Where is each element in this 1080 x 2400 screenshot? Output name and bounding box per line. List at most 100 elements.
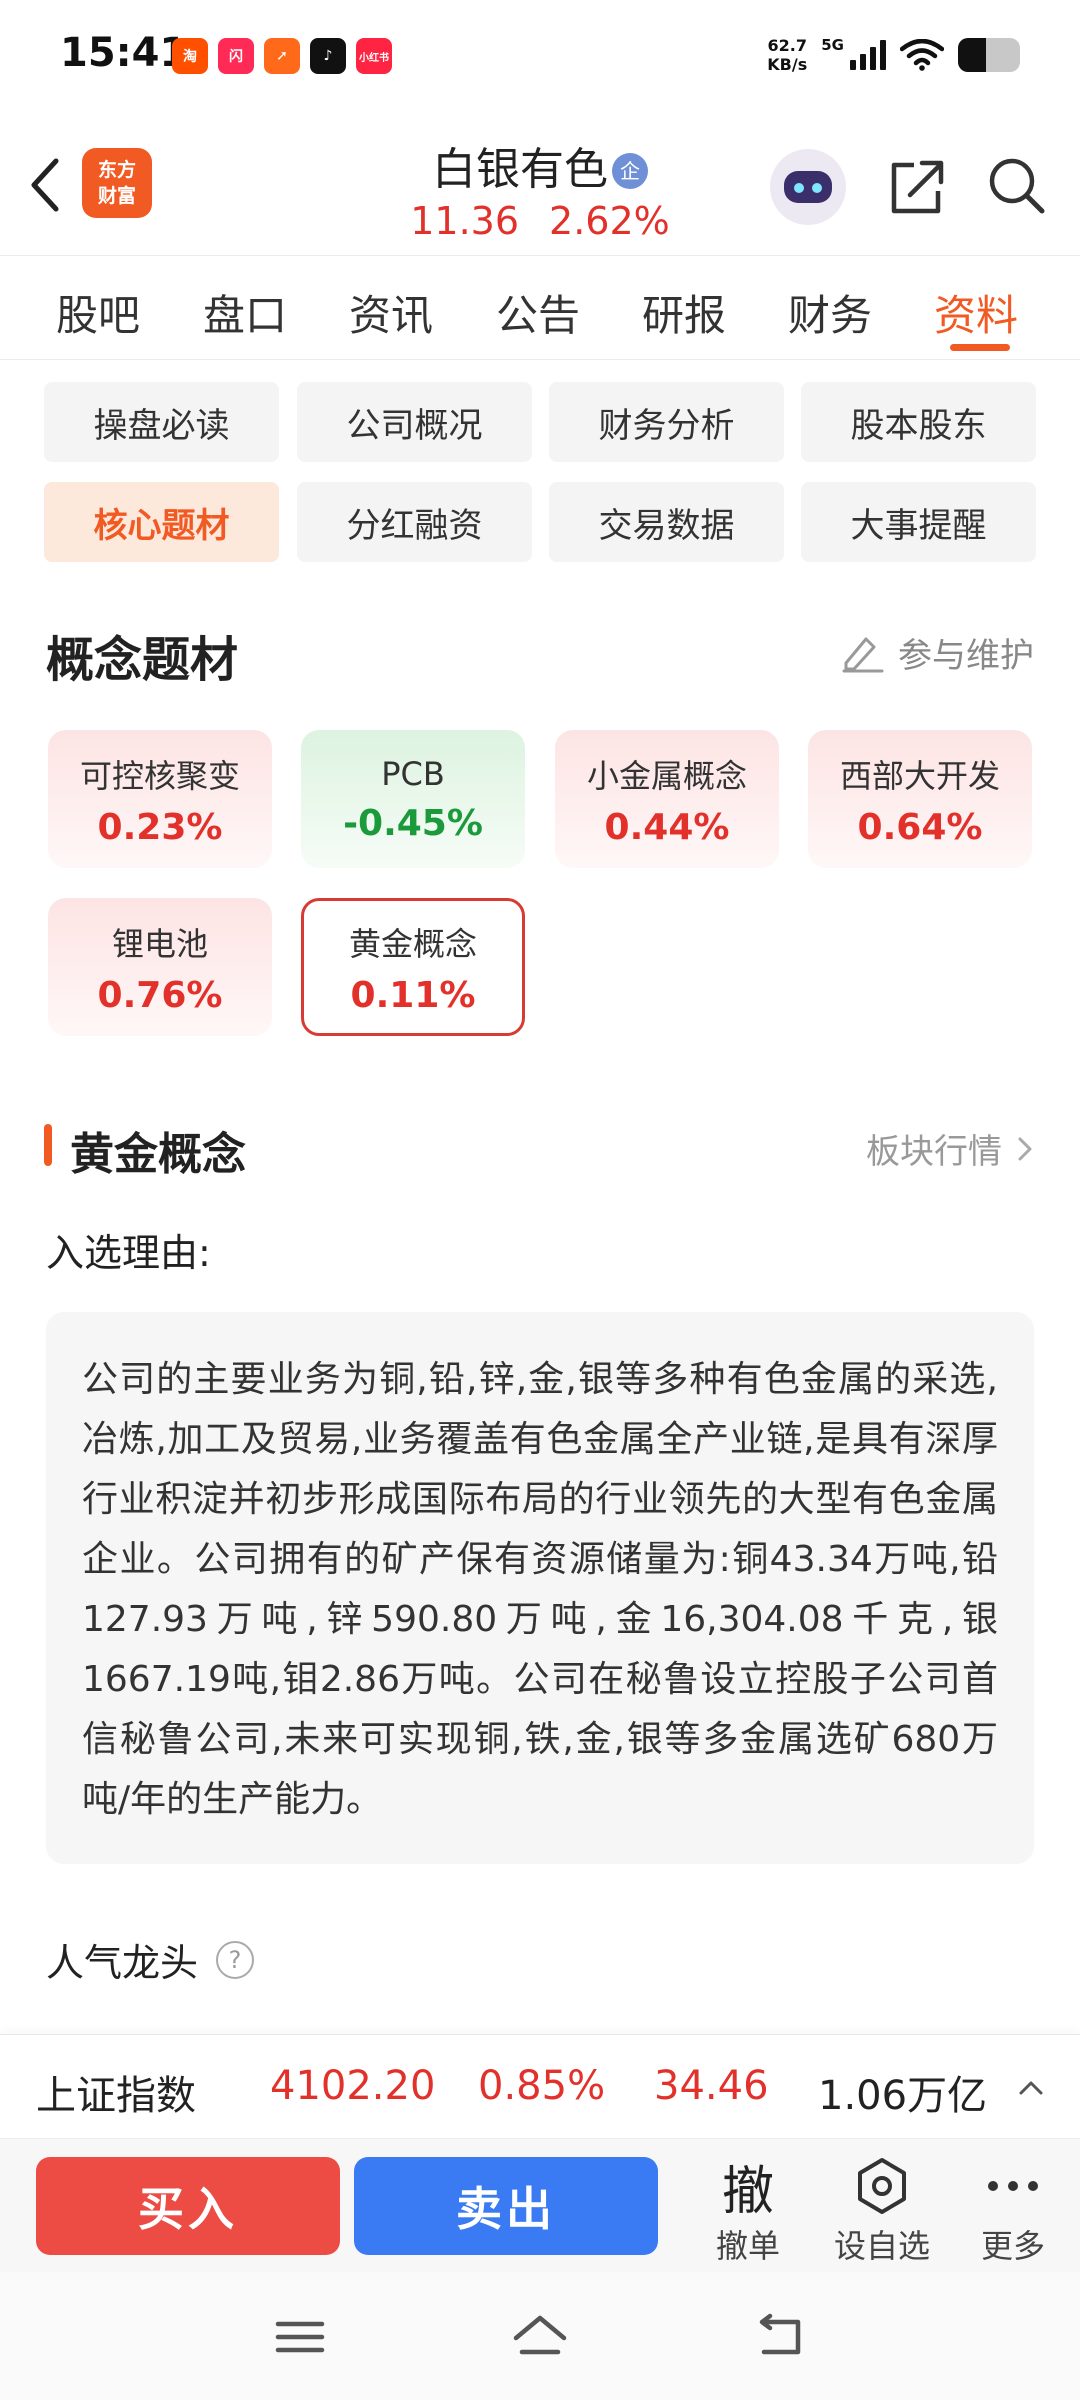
concept-detail-title: 黄金概念 [70, 1129, 246, 1180]
tab-research[interactable]: 研报 [642, 282, 726, 343]
add-watchlist-label: 设自选 [833, 2227, 930, 2265]
tab-announcements[interactable]: 公告 [496, 282, 580, 343]
reason-text: 公司的主要业务为铜,铅,锌,金,银等多种有色金属的采选,冶炼,加工及贸易,业务覆… [82, 1359, 998, 1820]
status-bar: 15:41 淘 闪 ➚ ♪ 小红书 62.7 KB/s 5G [0, 0, 1080, 115]
robot-eye-icon [794, 183, 804, 193]
add-watchlist-button[interactable]: 设自选 [822, 2153, 942, 2267]
back-icon[interactable] [750, 2312, 810, 2362]
network-speed-unit: KB/s [767, 55, 808, 74]
search-icon[interactable] [984, 153, 1048, 217]
tab-profile[interactable]: 资料 [934, 282, 1018, 343]
status-indicators: 62.7 KB/s 5G [767, 36, 1020, 74]
popular-leaders-label: 人气龙头 [46, 1941, 199, 1985]
network-speed: 62.7 KB/s [767, 36, 807, 74]
concept-name: 黄金概念 [348, 924, 477, 963]
sector-quote-label: 板块行情 [866, 1132, 1002, 1172]
chevron-up-icon[interactable] [1016, 2073, 1046, 2103]
index-turnover: 1.06万亿 [818, 2073, 988, 2119]
concept-name: 可控核聚变 [79, 756, 240, 795]
robot-face-icon [784, 171, 832, 203]
subtab-trading-essentials[interactable]: 操盘必读 [44, 382, 279, 462]
status-time: 15:41 [60, 30, 188, 76]
concept-change: -0.45% [343, 802, 483, 844]
concept-chip[interactable]: 小金属概念 0.44% [555, 730, 779, 868]
concept-change: 0.23% [97, 806, 223, 848]
taobao-icon: 淘 [172, 38, 208, 74]
concept-chip[interactable]: PCB -0.45% [301, 730, 525, 868]
tab-news[interactable]: 资讯 [349, 282, 433, 343]
cancel-glyph: 撤 [721, 2161, 774, 2222]
subtab-company-overview[interactable]: 公司概况 [297, 382, 532, 462]
robot-eye-icon [812, 183, 822, 193]
wifi-icon [900, 39, 944, 71]
menu-icon[interactable] [270, 2312, 330, 2362]
sell-button[interactable]: 卖出 [354, 2157, 658, 2255]
signal-icon [850, 40, 886, 70]
section-accent-bar [44, 1124, 52, 1166]
help-icon[interactable]: ? [216, 1940, 255, 1979]
cancel-order-label: 撤单 [715, 2227, 780, 2265]
main-tabs: 股吧 盘口 资讯 公告 研报 财务 资料 [0, 255, 1080, 360]
xiaohongshu-icon: 小红书 [356, 38, 392, 74]
notification-icons: 淘 闪 ➚ ♪ 小红书 [172, 38, 392, 74]
concept-change: 0.64% [857, 806, 983, 848]
sector-quote-link[interactable]: 板块行情 [866, 1124, 1034, 1173]
network-type: 5G [821, 36, 844, 54]
concept-name: 小金属概念 [586, 756, 747, 795]
tiktok-icon: ♪ [310, 38, 346, 74]
paper-plane-app-icon: ➚ [264, 38, 300, 74]
subtab-dividends-financing[interactable]: 分红融资 [297, 482, 532, 562]
ai-assistant-avatar[interactable] [770, 149, 846, 225]
subtab-financial-analysis[interactable]: 财务分析 [549, 382, 784, 462]
more-label: 更多 [980, 2227, 1045, 2265]
popular-leaders-header: 人气龙头 ? [46, 1932, 255, 1987]
concept-chip[interactable]: 西部大开发 0.64% [808, 730, 1032, 868]
system-navigation-bar [0, 2272, 1080, 2400]
concept-change: 0.44% [604, 806, 730, 848]
network-speed-value: 62.7 [767, 36, 807, 55]
watchlist-hexagon-icon [822, 2153, 942, 2219]
share-icon[interactable] [884, 155, 948, 219]
edit-pencil-icon [842, 637, 884, 672]
stock-header: 东方 财富 白银有色企 11.36 2.62% [0, 115, 1080, 255]
tab-pankou[interactable]: 盘口 [203, 282, 287, 343]
index-ticker-bar[interactable]: 上证指数 4102.20 0.85% 34.46 1.06万亿 [0, 2034, 1080, 2138]
index-value: 4102.20 [270, 2063, 436, 2109]
trade-action-bar: 买入 卖出 撤 撤单 设自选 更多 [0, 2138, 1080, 2272]
buy-button[interactable]: 买入 [36, 2157, 340, 2255]
concept-name: 锂电池 [111, 924, 208, 963]
stock-name: 白银有色 [432, 144, 608, 195]
chevron-right-icon [1018, 1137, 1032, 1160]
stock-change-pct: 2.62% [549, 199, 670, 243]
maintain-button[interactable]: 参与维护 [840, 628, 1034, 677]
cancel-order-button[interactable]: 撤 撤单 [688, 2153, 808, 2267]
reason-label: 入选理由: [46, 1231, 211, 1275]
more-dots-icon [953, 2153, 1073, 2219]
subtab-core-themes[interactable]: 核心题材 [44, 482, 279, 562]
tab-guba[interactable]: 股吧 [56, 282, 140, 343]
tab-finance[interactable]: 财务 [788, 282, 872, 343]
concept-change: 0.11% [350, 974, 476, 1016]
home-icon[interactable] [510, 2312, 570, 2362]
stock-price: 11.36 [410, 199, 520, 243]
subtab-event-reminders[interactable]: 大事提醒 [801, 482, 1036, 562]
concept-chip[interactable]: 可控核聚变 0.23% [48, 730, 272, 868]
concept-name: 西部大开发 [839, 756, 1000, 795]
concept-chip-selected[interactable]: 黄金概念 0.11% [301, 898, 525, 1036]
concept-change: 0.76% [97, 974, 223, 1016]
concept-chip[interactable]: 锂电池 0.76% [48, 898, 272, 1036]
more-button[interactable]: 更多 [953, 2153, 1073, 2267]
index-name: 上证指数 [36, 2073, 196, 2119]
subtab-shareholders[interactable]: 股本股东 [801, 382, 1036, 462]
index-change: 34.46 [654, 2063, 769, 2109]
concept-section-title: 概念题材 [46, 632, 239, 688]
battery-icon [958, 38, 1020, 72]
maintain-label: 参与维护 [898, 636, 1034, 676]
active-tab-indicator [950, 344, 1010, 351]
taobao-flash-icon: 闪 [218, 38, 254, 74]
cancel-order-icon: 撤 [688, 2153, 808, 2222]
enterprise-badge: 企 [612, 153, 648, 189]
concept-name: PCB [381, 754, 445, 793]
subtab-trading-data[interactable]: 交易数据 [549, 482, 784, 562]
reason-box: 公司的主要业务为铜,铅,锌,金,银等多种有色金属的采选,冶炼,加工及贸易,业务覆… [46, 1312, 1034, 1864]
